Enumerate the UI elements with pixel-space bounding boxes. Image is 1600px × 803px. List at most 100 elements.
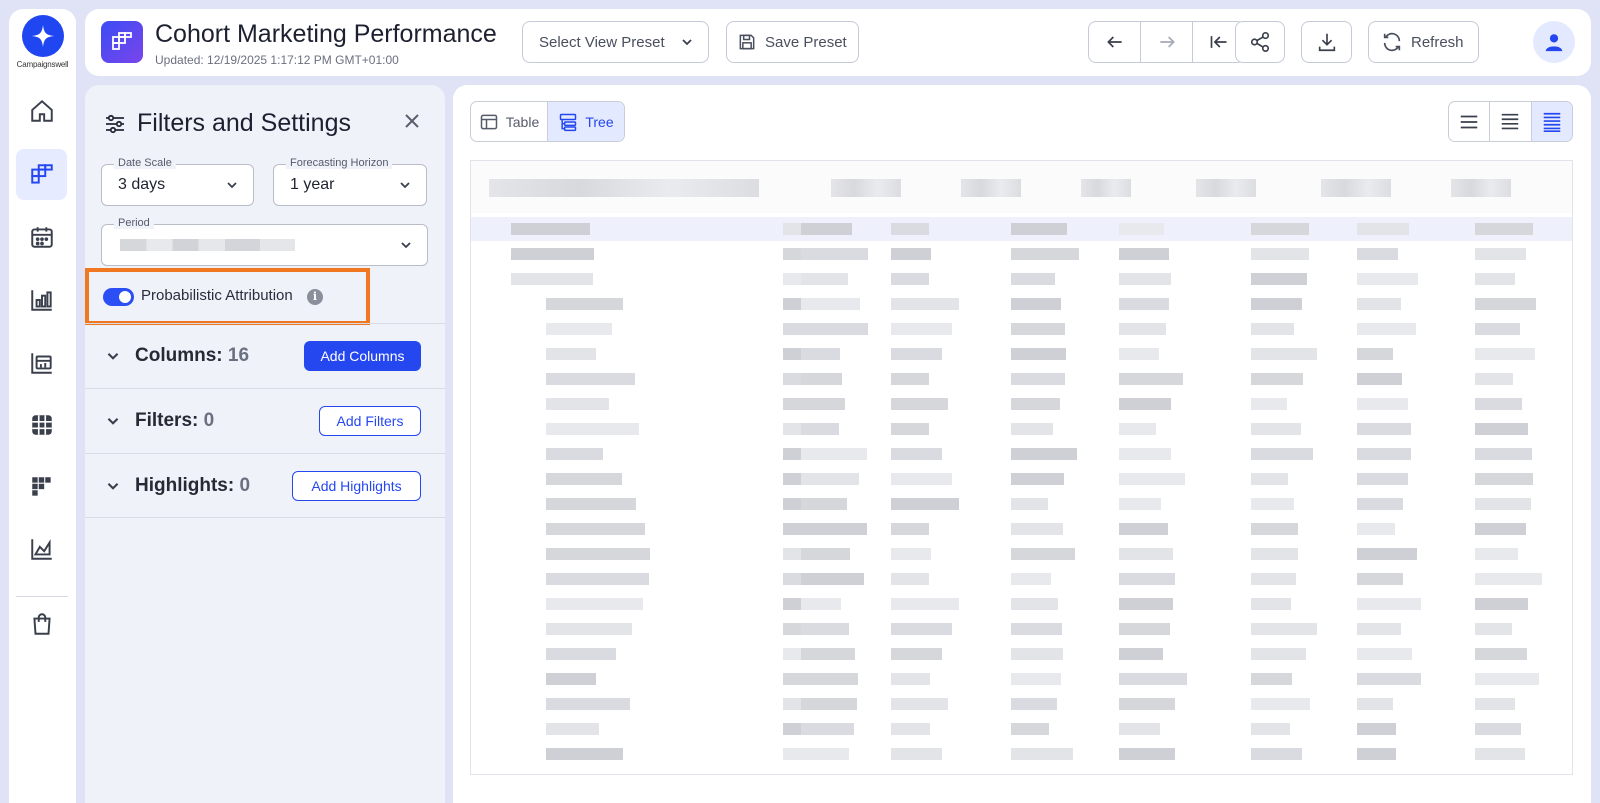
redacted-cell: [546, 648, 616, 660]
forward-button[interactable]: [1141, 22, 1193, 62]
sidebar-item-calendar-chart[interactable]: [16, 337, 67, 388]
redacted-cell: [891, 323, 952, 335]
table-row[interactable]: [471, 542, 1572, 566]
save-preset-button[interactable]: Save Preset: [726, 21, 859, 63]
calendar-chart-icon: [30, 352, 52, 374]
redacted-cell: [891, 298, 959, 310]
table-row[interactable]: [471, 642, 1572, 666]
density-compact-button[interactable]: [1449, 102, 1491, 141]
redacted-cell: [1119, 448, 1171, 460]
close-icon[interactable]: [400, 109, 424, 133]
filters-section[interactable]: Filters: 0 Add Filters: [85, 388, 445, 453]
probabilistic-attribution-toggle[interactable]: [103, 288, 134, 306]
redacted-cell: [1475, 348, 1535, 360]
table-row[interactable]: [471, 692, 1572, 716]
columns-count: 16: [227, 345, 250, 366]
table-row[interactable]: [471, 742, 1572, 766]
redacted-cell: [1119, 298, 1169, 310]
table-row[interactable]: [471, 467, 1572, 491]
add-filters-button[interactable]: Add Filters: [319, 406, 421, 436]
refresh-button[interactable]: Refresh: [1368, 21, 1479, 63]
redacted-cell: [801, 398, 842, 410]
redacted-cell: [891, 398, 948, 410]
redacted-cell: [1119, 323, 1166, 335]
share-button[interactable]: [1235, 21, 1285, 63]
redacted-cell: [1011, 248, 1079, 260]
redacted-cell: [1011, 448, 1077, 460]
table-row[interactable]: [471, 217, 1572, 241]
tab-table[interactable]: Table: [471, 102, 547, 141]
table-row[interactable]: [471, 592, 1572, 616]
table-row[interactable]: [471, 492, 1572, 516]
table-row[interactable]: [471, 392, 1572, 416]
sidebar-item-shop[interactable]: [16, 598, 67, 649]
avatar[interactable]: [1533, 21, 1575, 63]
sidebar-item-calendar[interactable]: [16, 211, 67, 262]
redacted-cell: [1357, 523, 1395, 535]
table-row[interactable]: [471, 317, 1572, 341]
redacted-cell: [1475, 723, 1521, 735]
redacted-cell: [511, 223, 590, 235]
redacted-cell: [546, 373, 635, 385]
redacted-cell: [1357, 648, 1412, 660]
table-row[interactable]: [471, 342, 1572, 366]
tab-tree[interactable]: Tree: [547, 102, 624, 141]
table-row[interactable]: [471, 667, 1572, 691]
redacted-cell: [891, 273, 929, 285]
brand-logo[interactable]: Campaignswell: [9, 15, 76, 69]
sidebar-item-home[interactable]: [16, 85, 67, 136]
sidebar-item-line-chart[interactable]: [16, 523, 67, 574]
add-highlights-button[interactable]: Add Highlights: [292, 470, 421, 501]
view-preset-select[interactable]: Select View Preset: [522, 21, 709, 63]
table-row[interactable]: [471, 442, 1572, 466]
density-comfortable-button[interactable]: [1531, 102, 1572, 141]
redacted-cell: [1011, 698, 1057, 710]
info-icon[interactable]: i: [307, 289, 323, 305]
redacted-cell: [891, 623, 952, 635]
redacted-cell: [1119, 698, 1175, 710]
forecasting-horizon-select[interactable]: Forecasting Horizon 1 year: [273, 157, 427, 206]
heatmap-icon: [31, 476, 51, 496]
redacted-cell: [801, 298, 860, 310]
sidebar-item-cohort[interactable]: [16, 149, 67, 200]
redacted-cell: [1251, 698, 1310, 710]
download-button[interactable]: [1301, 21, 1352, 63]
redacted-cell: [1011, 348, 1066, 360]
redacted-cell: [801, 723, 854, 735]
redacted-cell: [546, 548, 650, 560]
back-button[interactable]: [1089, 22, 1141, 62]
table-row[interactable]: [471, 517, 1572, 541]
redacted-cell: [801, 273, 848, 285]
table-row[interactable]: [471, 417, 1572, 441]
data-grid-redacted[interactable]: [470, 160, 1573, 775]
filters-count: 0: [203, 410, 215, 431]
table-row[interactable]: [471, 267, 1572, 291]
table-row[interactable]: [471, 292, 1572, 316]
table-row[interactable]: [471, 242, 1572, 266]
table-row[interactable]: [471, 617, 1572, 641]
redacted-cell: [1251, 673, 1292, 685]
redacted-cell: [1475, 398, 1522, 410]
redacted-cell: [546, 748, 623, 760]
sidebar-item-grid[interactable]: [16, 399, 67, 450]
columns-section[interactable]: Columns: 16 Add Columns: [85, 323, 445, 388]
date-scale-select[interactable]: Date Scale 3 days: [101, 157, 254, 206]
sidebar-item-bar-chart[interactable]: [16, 274, 67, 325]
period-select[interactable]: Period: [101, 217, 428, 266]
top-bar: Cohort Marketing Performance Updated: 12…: [85, 9, 1591, 76]
forecasting-horizon-label: Forecasting Horizon: [286, 157, 393, 169]
table-row[interactable]: [471, 367, 1572, 391]
add-columns-button[interactable]: Add Columns: [304, 341, 421, 371]
redacted-cell: [546, 623, 632, 635]
density-standard-button[interactable]: [1490, 102, 1532, 141]
share-icon: [1250, 32, 1270, 52]
redacted-cell: [546, 598, 643, 610]
sidebar-item-heatmap[interactable]: [16, 461, 67, 512]
redacted-cell: [546, 573, 649, 585]
redacted-cell: [801, 748, 849, 760]
table-row[interactable]: [471, 567, 1572, 591]
table-row[interactable]: [471, 717, 1572, 741]
redacted-cell: [1251, 648, 1306, 660]
refresh-label: Refresh: [1411, 33, 1464, 51]
highlights-section[interactable]: Highlights: 0 Add Highlights: [85, 453, 445, 518]
